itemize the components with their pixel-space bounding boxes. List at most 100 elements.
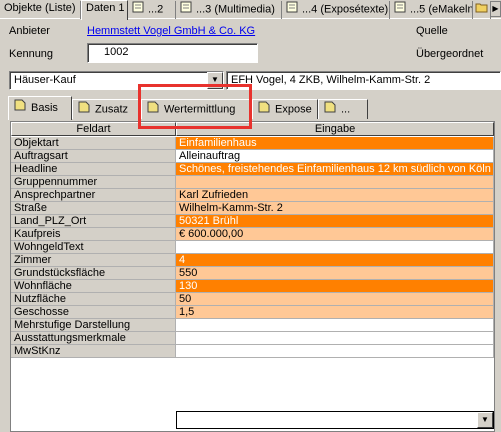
grid-edit-combo[interactable]: [176, 411, 494, 429]
chevron-down-icon: ▼: [211, 75, 219, 84]
top-tab-strip: Objekte (Liste) Daten 1 ...2 ...3 (Multi…: [0, 0, 501, 20]
page-icon: [394, 1, 407, 18]
field-value-cell[interactable]: 50: [176, 293, 494, 306]
page-icon: [257, 100, 271, 119]
subtab-zusatz[interactable]: Zusatz: [72, 99, 141, 119]
anbieter-label: Anbieter: [9, 25, 50, 37]
chevron-right-icon: ▶: [492, 4, 499, 13]
table-row[interactable]: Ansprechpartner Karl Zufrieden: [11, 189, 494, 202]
page-icon: [132, 1, 145, 18]
field-value-cell[interactable]: [176, 319, 494, 332]
table-row[interactable]: Auftragsart Alleinauftrag: [11, 150, 494, 163]
field-name-cell: Zimmer: [11, 254, 176, 267]
tab-label: ...4 (Exposétexte): [302, 3, 389, 16]
field-name-cell: Straße: [11, 202, 176, 215]
field-value-cell[interactable]: [176, 345, 494, 358]
subtab-expose[interactable]: Expose: [252, 99, 318, 119]
tab-daten-2[interactable]: ...2: [128, 1, 176, 19]
field-name-cell: Ausstattungsmerkmale: [11, 332, 176, 345]
field-name-cell: Auftragsart: [11, 150, 176, 163]
field-value-cell[interactable]: € 600.000,00: [176, 228, 494, 241]
tab-label: Zusatz: [95, 103, 129, 116]
field-name-cell: Objektart: [11, 137, 176, 150]
field-value-cell[interactable]: Karl Zufrieden: [176, 189, 494, 202]
field-name-cell: Gruppennummer: [11, 176, 176, 189]
table-row[interactable]: Grundstücksfläche 550: [11, 267, 494, 280]
field-value-cell[interactable]: Schönes, freistehendes Einfamilienhaus 1…: [176, 163, 494, 176]
kennung-input[interactable]: 1002: [87, 43, 258, 63]
title-value: EFH Vogel, 4 ZKB, Wilhelm-Kamm-Str. 2: [231, 74, 431, 86]
table-row[interactable]: Geschosse 1,5: [11, 306, 494, 319]
tab-daten-1[interactable]: Daten 1: [81, 0, 128, 20]
field-value-cell[interactable]: 1,5: [176, 306, 494, 319]
field-value-cell[interactable]: [176, 241, 494, 254]
tab-multimedia[interactable]: ...3 (Multimedia): [176, 1, 282, 19]
title-input[interactable]: EFH Vogel, 4 ZKB, Wilhelm-Kamm-Str. 2: [226, 71, 501, 90]
property-grid: Feldart Eingabe Objektart Einfamilienhaus…: [10, 121, 495, 432]
field-value-cell[interactable]: Wilhelm-Kamm-Str. 2: [176, 202, 494, 215]
field-name-cell: Wohnfläche: [11, 280, 176, 293]
grid-header: Feldart Eingabe: [11, 122, 494, 136]
tab-objekte-liste[interactable]: Objekte (Liste): [0, 1, 81, 19]
table-row[interactable]: Ausstattungsmerkmale: [11, 332, 494, 345]
table-row[interactable]: Straße Wilhelm-Kamm-Str. 2: [11, 202, 494, 215]
tab-label: Objekte (Liste): [4, 2, 76, 14]
page-icon: [180, 1, 193, 18]
field-name-cell: Kaufpreis: [11, 228, 176, 241]
field-value-cell[interactable]: 550: [176, 267, 494, 280]
field-value-cell[interactable]: [176, 176, 494, 189]
table-row[interactable]: Gruppennummer: [11, 176, 494, 189]
table-row[interactable]: Kaufpreis € 600.000,00: [11, 228, 494, 241]
field-value-cell[interactable]: [176, 332, 494, 345]
page-icon: [13, 97, 27, 119]
table-row[interactable]: MwStKnz: [11, 345, 494, 358]
field-value-cell[interactable]: Alleinauftrag: [176, 150, 494, 163]
field-name-cell: Nutzfläche: [11, 293, 176, 306]
tab-label: Basis: [31, 102, 58, 114]
subtab-more[interactable]: ...: [318, 99, 368, 119]
field-name-cell: MwStKnz: [11, 345, 176, 358]
tab-label: ...: [341, 103, 351, 116]
field-value-cell[interactable]: Einfamilienhaus: [176, 137, 494, 150]
page-icon: [77, 100, 91, 119]
tab-label: ...5 (eMakeln 1): [410, 3, 473, 16]
category-value: Häuser-Kauf: [14, 74, 76, 86]
field-name-cell: Grundstücksfläche: [11, 267, 176, 280]
tab-emakeln-1[interactable]: ...5 (eMakeln 1): [390, 1, 473, 19]
field-name-cell: Ansprechpartner: [11, 189, 176, 202]
table-row[interactable]: Wohnfläche 130: [11, 280, 494, 293]
table-row[interactable]: WohngeldText: [11, 241, 494, 254]
field-value-cell[interactable]: 50321 Brühl: [176, 215, 494, 228]
tab-folder[interactable]: [473, 1, 491, 19]
table-row[interactable]: Mehrstufige Darstellung: [11, 319, 494, 332]
table-row[interactable]: Objektart Einfamilienhaus: [11, 137, 494, 150]
subtab-basis[interactable]: Basis: [8, 96, 72, 120]
tab-exposetexte[interactable]: ...4 (Exposétexte): [282, 1, 390, 19]
table-row[interactable]: Nutzfläche 50: [11, 293, 494, 306]
chevron-down-icon: ▼: [481, 415, 489, 424]
grid-edit-dropdown-button[interactable]: ▼: [477, 412, 493, 428]
wertermittlung-highlight-box: [138, 84, 252, 129]
table-row[interactable]: Headline Schönes, freistehendes Einfamili…: [11, 163, 494, 176]
anbieter-link[interactable]: Hemmstett Vogel GmbH & Co. KG: [87, 25, 255, 37]
field-value-cell[interactable]: 4: [176, 254, 494, 267]
kennung-value: 1002: [104, 46, 129, 58]
quelle-label: Quelle: [416, 25, 448, 37]
uebergeordnet-label: Übergeordnet: [416, 48, 484, 60]
tab-scroll-right-button[interactable]: ▶: [490, 1, 501, 17]
tab-label: ...3 (Multimedia): [196, 3, 275, 16]
field-name-cell: Land_PLZ_Ort: [11, 215, 176, 228]
kennung-label: Kennung: [9, 48, 54, 60]
table-row[interactable]: Land_PLZ_Ort 50321 Brühl: [11, 215, 494, 228]
page-icon: [286, 1, 299, 18]
field-name-cell: Mehrstufige Darstellung: [11, 319, 176, 332]
folder-icon: [475, 1, 488, 18]
table-row[interactable]: Zimmer 4: [11, 254, 494, 267]
field-name-cell: WohngeldText: [11, 241, 176, 254]
tab-label: Daten 1: [86, 2, 125, 14]
sub-tab-strip: Basis Zusatz Wertermittlung Expose ...: [8, 96, 501, 120]
field-value-cell[interactable]: 130: [176, 280, 494, 293]
field-name-cell: Geschosse: [11, 306, 176, 319]
field-name-cell: Headline: [11, 163, 176, 176]
page-icon: [323, 100, 337, 119]
